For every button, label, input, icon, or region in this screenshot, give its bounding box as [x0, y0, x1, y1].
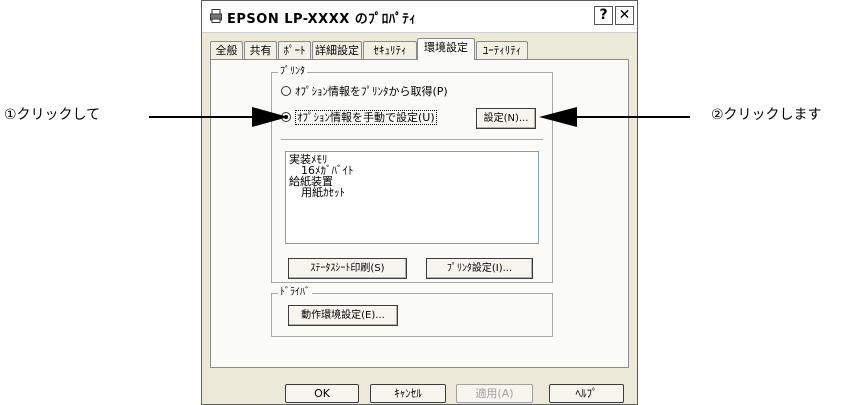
- printer-group: ﾌﾟﾘﾝﾀ ｵﾌﾟｼｮﾝ情報をﾌﾟﾘﾝﾀから取得(P) ｵﾌﾟｼｮﾝ情報を手動で…: [271, 65, 553, 283]
- radio-get-from-printer[interactable]: ｵﾌﾟｼｮﾝ情報をﾌﾟﾘﾝﾀから取得(P): [281, 85, 448, 99]
- driver-group: ﾄﾞﾗｲﾊﾞ 動作環境設定(E)...: [271, 286, 553, 337]
- printer-icon: [210, 9, 222, 23]
- tab-environment[interactable]: 環境設定: [417, 38, 475, 60]
- divider: [281, 139, 543, 140]
- printer-settings-button[interactable]: ﾌﾟﾘﾝﾀ設定(I)...: [426, 258, 533, 279]
- properties-dialog: EPSON LP-XXXX のﾌﾟﾛﾊﾟﾃｨ ? ✕ 全般 共有 ﾎﾟｰﾄ 詳細…: [201, 0, 638, 405]
- tab-panel: ﾌﾟﾘﾝﾀ ｵﾌﾟｼｮﾝ情報をﾌﾟﾘﾝﾀから取得(P) ｵﾌﾟｼｮﾝ情報を手動で…: [210, 59, 629, 368]
- window-title: EPSON LP-XXXX のﾌﾟﾛﾊﾟﾃｨ: [227, 12, 417, 27]
- title-bar: EPSON LP-XXXX のﾌﾟﾛﾊﾟﾃｨ ? ✕: [202, 1, 637, 33]
- radio-circle-icon[interactable]: [281, 86, 291, 96]
- radio-selected-icon[interactable]: [281, 112, 291, 122]
- close-button[interactable]: ✕: [615, 6, 634, 25]
- tab-ports[interactable]: ﾎﾟｰﾄ: [278, 41, 311, 59]
- radio-manual-settings[interactable]: ｵﾌﾟｼｮﾝ情報を手動で設定(U): [281, 110, 437, 125]
- callout-click-label: ①クリックして: [4, 107, 101, 123]
- status-sheet-print-button[interactable]: ｽﾃｰﾀｽｼｰﾄ印刷(S): [288, 258, 407, 279]
- printer-group-label: ﾌﾟﾘﾝﾀ: [278, 65, 307, 79]
- options-listbox[interactable]: 実装ﾒﾓﾘ 16ﾒｶﾞﾊﾞｲﾄ 給紙装置 用紙ｶｾｯﾄ: [285, 151, 539, 244]
- help-title-button[interactable]: ?: [594, 6, 613, 25]
- settings-button[interactable]: 設定(N)...: [476, 108, 536, 129]
- tab-utility[interactable]: ﾕｰﾃｨﾘﾃｨ: [476, 41, 528, 59]
- apply-button[interactable]: 適用(A): [456, 384, 533, 403]
- radio-manual-settings-label: ｵﾌﾟｼｮﾝ情報を手動で設定(U): [295, 110, 437, 125]
- radio-get-from-printer-label: ｵﾌﾟｼｮﾝ情報をﾌﾟﾘﾝﾀから取得(P): [295, 85, 448, 98]
- cancel-button[interactable]: ｷｬﾝｾﾙ: [370, 384, 446, 403]
- list-item: 用紙ｶｾｯﾄ: [301, 186, 345, 199]
- help-button[interactable]: ﾍﾙﾌﾟ: [549, 384, 624, 403]
- tab-security[interactable]: ｾｷｭﾘﾃｨ: [363, 41, 417, 59]
- callout-click-done-label: ②クリックします: [711, 107, 822, 123]
- tab-general[interactable]: 全般: [210, 41, 243, 59]
- operating-environment-button[interactable]: 動作環境設定(E)...: [288, 305, 398, 326]
- driver-group-label: ﾄﾞﾗｲﾊﾞ: [278, 286, 312, 300]
- tab-advanced[interactable]: 詳細設定: [312, 41, 362, 59]
- ok-button[interactable]: OK: [285, 384, 359, 403]
- tab-sharing[interactable]: 共有: [244, 41, 277, 59]
